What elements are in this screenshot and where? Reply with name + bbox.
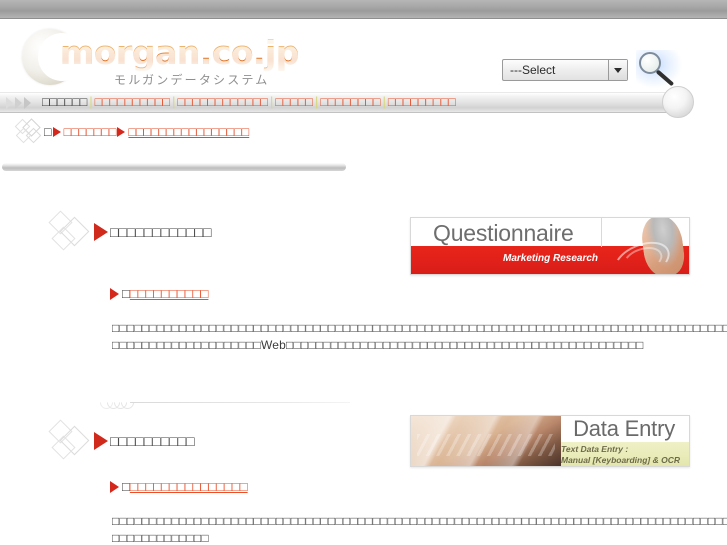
category-select-value: ---Select [510, 63, 556, 77]
questionnaire-banner[interactable]: Questionnaire Marketing Research [410, 217, 690, 275]
search-icon[interactable] [636, 50, 682, 88]
nav-separator: | [269, 95, 274, 109]
nav-chevrons-icon [4, 94, 38, 112]
category-select[interactable]: ---Select [502, 59, 628, 81]
section-1-body-text: □□□□□□□□□□□□□□□□□□□□□□□□□□□□□□□□□□□□□□□□… [112, 321, 727, 352]
nav-item-3[interactable]: □□□□□ [275, 93, 313, 112]
breadcrumb: □ □□□□□□□ □□□□□□□□□□□□□□□□ [0, 118, 727, 144]
questionnaire-banner-divider [601, 218, 602, 247]
nav-separator: | [382, 95, 386, 109]
nav-separator: | [314, 95, 319, 109]
breadcrumb-level-1[interactable]: □□□□□□□ [64, 125, 117, 139]
questionnaire-banner-subtitle: Marketing Research [503, 253, 599, 264]
breadcrumb-home[interactable]: □ [44, 125, 52, 139]
section-1-title: □□□□□□□□□□□□ [110, 224, 212, 240]
section-diamond-icon [48, 210, 98, 252]
subheading-arrow-icon [110, 480, 119, 493]
nav-separator: | [172, 95, 176, 109]
data-entry-banner-subtitle: Text Data Entry : Manual [Keyboarding] & … [561, 444, 680, 466]
browser-top-strip [0, 0, 727, 19]
keyboard-hands-icon [411, 416, 561, 466]
section-1-sub-lead: □ [122, 286, 130, 301]
section-2-body: □□□□□□□□□□□□□□□□□□□□□□□□□□□□□□□□□□□□□□□□… [112, 513, 727, 545]
nav-item-2[interactable]: □□□□□□□□□□□□ [177, 93, 268, 112]
section-diamond-icon [48, 419, 98, 461]
logo-wordmark: morgan.co.jp [60, 33, 299, 72]
nav-item-1[interactable]: □□□□□□□□□□ [95, 93, 171, 112]
section-1-subheading[interactable]: □ □□□□□□□□□□ [110, 286, 208, 301]
questionnaire-banner-title: Questionnaire [433, 220, 574, 246]
data-entry-subtitle-line-2: Manual [Keyboarding] & OCR [561, 455, 681, 465]
data-entry-banner-title: Data Entry [573, 416, 675, 441]
section-2-title: □□□□□□□□□□ [110, 433, 195, 449]
nav-item-0[interactable]: □□□□□□ [42, 93, 87, 112]
site-header: morgan.co.jp モルガンデータシステム ---Select [0, 19, 727, 91]
section-2-heading: □□□□□□□□□□ [48, 419, 195, 461]
section-divider [97, 393, 350, 412]
section-2-sub-link[interactable]: □□□□□□□□□□□□□□□ [130, 479, 248, 494]
subheading-arrow-icon [110, 287, 119, 300]
data-entry-banner[interactable]: Data Entry Text Data Entry : Manual [Keyb… [410, 415, 690, 467]
breadcrumb-current[interactable]: □□□□□□□□□□□□□□□□ [128, 125, 249, 139]
nav-separator: | [89, 95, 93, 109]
section-1-heading: □□□□□□□□□□□□ [48, 210, 212, 252]
nav-item-5[interactable]: □□□□□□□□□ [388, 93, 456, 112]
chevron-down-icon[interactable] [608, 60, 627, 80]
section-1-sub-link[interactable]: □□□□□□□□□□ [130, 286, 209, 301]
diamond-decoration-icon [14, 118, 46, 144]
breadcrumb-arrow-icon [117, 127, 126, 137]
section-2-sub-lead: □ [122, 479, 130, 494]
section-1-body: □□□□□□□□□□□□□□□□□□□□□□□□□□□□□□□□□□□□□□□□… [112, 320, 727, 353]
nav-item-list: □□□□□□ | □□□□□□□□□□ | □□□□□□□□□□□□ | □□□… [42, 93, 456, 112]
header-rule-bar [2, 163, 346, 171]
nav-item-4[interactable]: □□□□□□□□ [320, 93, 380, 112]
section-2-subheading[interactable]: □ □□□□□□□□□□□□□□□ [110, 479, 248, 494]
breadcrumb-arrow-icon [52, 127, 61, 137]
logo-subtitle: モルガンデータシステム [114, 73, 270, 87]
page-root: morgan.co.jp モルガンデータシステム ---Select □□□□□… [0, 0, 727, 545]
data-entry-subtitle-line-1: Text Data Entry : [561, 444, 629, 454]
section-2-body-text: □□□□□□□□□□□□□□□□□□□□□□□□□□□□□□□□□□□□□□□□… [112, 514, 727, 545]
breadcrumb-trail: □ □□□□□□□ □□□□□□□□□□□□□□□□ [44, 121, 249, 143]
nav-end-cap [662, 86, 694, 118]
